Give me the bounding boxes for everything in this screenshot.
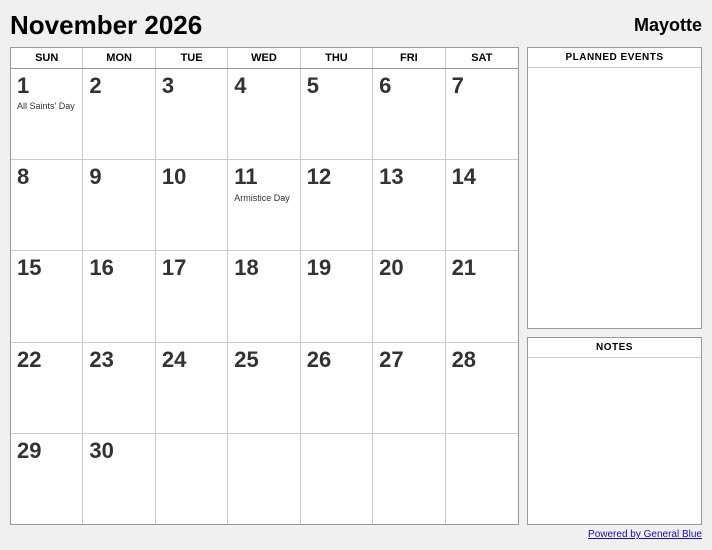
footer: Powered by General Blue bbox=[10, 529, 702, 540]
day-number: 28 bbox=[452, 347, 512, 373]
calendar-day: 20 bbox=[373, 251, 445, 341]
calendar-day bbox=[156, 434, 228, 524]
calendar-week-1: 1 All Saints' Day 234567 bbox=[11, 69, 518, 160]
day-header-mon: MON bbox=[83, 48, 155, 68]
day-number: 16 bbox=[89, 255, 148, 281]
day-number: 8 bbox=[17, 164, 76, 190]
day-header-tue: TUE bbox=[156, 48, 228, 68]
page-header: November 2026 Mayotte bbox=[10, 10, 702, 41]
calendar-day: 29 bbox=[11, 434, 83, 524]
calendar-day: 26 bbox=[301, 343, 373, 433]
calendar-day: 2 bbox=[83, 69, 155, 159]
day-header-fri: FRI bbox=[373, 48, 445, 68]
day-number: 7 bbox=[452, 73, 512, 99]
calendar: SUNMONTUEWEDTHUFRISAT 1All Saints' Day23… bbox=[10, 47, 519, 525]
calendar-day: 30 bbox=[83, 434, 155, 524]
calendar-day: 25 bbox=[228, 343, 300, 433]
calendar-day: 10 bbox=[156, 160, 228, 250]
day-number: 3 bbox=[162, 73, 221, 99]
calendar-day: 8 bbox=[11, 160, 83, 250]
calendar-day: 13 bbox=[373, 160, 445, 250]
planned-events-header: PLANNED EVENTS bbox=[528, 48, 701, 68]
calendar-day: 12 bbox=[301, 160, 373, 250]
notes-box: NOTES bbox=[527, 337, 702, 525]
calendar-day: 15 bbox=[11, 251, 83, 341]
calendar-day: 17 bbox=[156, 251, 228, 341]
powered-by-link[interactable]: Powered by General Blue bbox=[588, 529, 702, 540]
planned-events-content bbox=[528, 68, 701, 328]
calendar-day: 16 bbox=[83, 251, 155, 341]
calendar-day bbox=[446, 434, 518, 524]
day-number: 17 bbox=[162, 255, 221, 281]
calendar-day: 9 bbox=[83, 160, 155, 250]
planned-events-box: PLANNED EVENTS bbox=[527, 47, 702, 329]
day-number: 2 bbox=[89, 73, 148, 99]
sidebar: PLANNED EVENTS NOTES bbox=[527, 47, 702, 525]
calendar-day bbox=[228, 434, 300, 524]
day-number: 13 bbox=[379, 164, 438, 190]
notes-header: NOTES bbox=[528, 338, 701, 358]
calendar-day: 4 bbox=[228, 69, 300, 159]
day-number: 23 bbox=[89, 347, 148, 373]
day-header-sun: SUN bbox=[11, 48, 83, 68]
day-number: 9 bbox=[89, 164, 148, 190]
calendar-day bbox=[373, 434, 445, 524]
calendar-day: 7 bbox=[446, 69, 518, 159]
day-header-thu: THU bbox=[301, 48, 373, 68]
calendar-header: SUNMONTUEWEDTHUFRISAT bbox=[11, 48, 518, 69]
calendar-day: 5 bbox=[301, 69, 373, 159]
main-content: SUNMONTUEWEDTHUFRISAT 1All Saints' Day23… bbox=[10, 47, 702, 525]
day-number: 26 bbox=[307, 347, 366, 373]
day-number: 27 bbox=[379, 347, 438, 373]
day-number: 20 bbox=[379, 255, 438, 281]
day-number: 12 bbox=[307, 164, 366, 190]
calendar-day: 27 bbox=[373, 343, 445, 433]
day-number: 30 bbox=[89, 438, 148, 464]
day-number: 19 bbox=[307, 255, 366, 281]
day-header-wed: WED bbox=[228, 48, 300, 68]
day-event: Armistice Day bbox=[234, 193, 293, 204]
day-number: 14 bbox=[452, 164, 512, 190]
calendar-day: 24 bbox=[156, 343, 228, 433]
calendar-day: 6 bbox=[373, 69, 445, 159]
calendar-body: 1All Saints' Day234567891011Armistice Da… bbox=[11, 69, 518, 524]
notes-content bbox=[528, 358, 701, 524]
day-number: 24 bbox=[162, 347, 221, 373]
calendar-day: 21 bbox=[446, 251, 518, 341]
calendar-day: 11 Armistice Day bbox=[228, 160, 300, 250]
day-header-sat: SAT bbox=[446, 48, 518, 68]
calendar-day: 28 bbox=[446, 343, 518, 433]
day-number: 18 bbox=[234, 255, 293, 281]
calendar-week-2: 89 10 11 Armistice Day 12 13 14 bbox=[11, 160, 518, 251]
calendar-day: 18 bbox=[228, 251, 300, 341]
day-number: 1 bbox=[17, 73, 76, 99]
calendar-day bbox=[301, 434, 373, 524]
day-number: 22 bbox=[17, 347, 76, 373]
calendar-day: 23 bbox=[83, 343, 155, 433]
calendar-day: 14 bbox=[446, 160, 518, 250]
calendar-day: 1 All Saints' Day bbox=[11, 69, 83, 159]
calendar-day: 19 bbox=[301, 251, 373, 341]
day-number: 4 bbox=[234, 73, 293, 99]
calendar-day: 22 bbox=[11, 343, 83, 433]
day-number: 11 bbox=[234, 164, 293, 190]
calendar-week-5: 29 30 bbox=[11, 434, 518, 524]
calendar-week-4: 22 23 24 25 26 27 28 bbox=[11, 343, 518, 434]
day-number: 25 bbox=[234, 347, 293, 373]
day-number: 21 bbox=[452, 255, 512, 281]
day-number: 29 bbox=[17, 438, 76, 464]
calendar-week-3: 15 16 17 18 19 20 21 bbox=[11, 251, 518, 342]
day-number: 6 bbox=[379, 73, 438, 99]
calendar-day: 3 bbox=[156, 69, 228, 159]
region-label: Mayotte bbox=[634, 15, 702, 36]
day-event: All Saints' Day bbox=[17, 101, 76, 112]
day-number: 5 bbox=[307, 73, 366, 99]
day-number: 10 bbox=[162, 164, 221, 190]
page-title: November 2026 bbox=[10, 10, 202, 41]
day-number: 15 bbox=[17, 255, 76, 281]
